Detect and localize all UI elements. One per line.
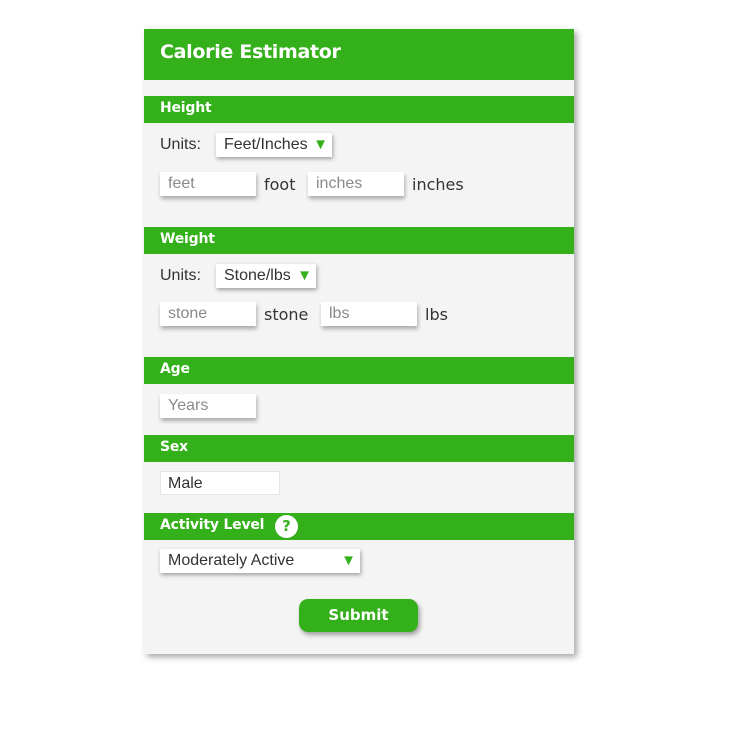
sex-select[interactable]: Male xyxy=(160,471,280,495)
height-units-select[interactable]: Feet/Inches ▼ xyxy=(216,133,332,157)
stone-placeholder: stone xyxy=(168,305,208,322)
age-section-header: Age xyxy=(144,357,574,384)
stone-unit-label: stone xyxy=(264,305,309,324)
feet-placeholder: feet xyxy=(168,175,195,192)
height-section-header: Height xyxy=(144,96,574,123)
inches-input[interactable]: inches xyxy=(308,172,404,196)
age-input[interactable]: Years xyxy=(160,394,256,418)
weight-units-select[interactable]: Stone/lbs ▼ xyxy=(216,264,316,288)
weight-heading: Weight xyxy=(160,231,215,247)
feet-input[interactable]: feet xyxy=(160,172,256,196)
help-icon[interactable]: ? xyxy=(275,515,298,538)
weight-units-label: Units: xyxy=(160,267,201,284)
weight-section-header: Weight xyxy=(144,227,574,254)
dropdown-arrow-icon: ▼ xyxy=(297,267,312,284)
activity-level-select[interactable]: Moderately Active ▼ xyxy=(160,549,360,573)
lbs-placeholder: lbs xyxy=(329,305,350,322)
age-heading: Age xyxy=(160,361,190,377)
lbs-unit-label: lbs xyxy=(425,305,448,324)
dropdown-arrow-icon: ▼ xyxy=(341,552,356,569)
inches-unit-label: inches xyxy=(412,175,464,194)
age-placeholder: Years xyxy=(168,397,209,414)
sex-value: Male xyxy=(168,475,203,492)
stone-input[interactable]: stone xyxy=(160,302,256,326)
sex-section-header: Sex xyxy=(144,435,574,462)
form-title: Calorie Estimator xyxy=(160,41,341,63)
height-heading: Height xyxy=(160,100,212,116)
activity-section-header: Activity Level ? xyxy=(144,513,574,540)
dropdown-arrow-icon: ▼ xyxy=(313,136,328,153)
weight-units-value: Stone/lbs xyxy=(224,267,291,284)
form-header: Calorie Estimator xyxy=(144,29,574,80)
calorie-estimator-form: Calorie Estimator Height Units: Feet/Inc… xyxy=(144,29,574,654)
sex-heading: Sex xyxy=(160,439,189,455)
height-units-value: Feet/Inches xyxy=(224,136,308,153)
feet-unit-label: foot xyxy=(264,175,296,194)
activity-heading: Activity Level xyxy=(160,517,265,533)
submit-button[interactable]: Submit xyxy=(299,599,418,632)
inches-placeholder: inches xyxy=(316,175,363,192)
height-units-label: Units: xyxy=(160,136,201,153)
activity-level-value: Moderately Active xyxy=(168,552,295,569)
lbs-input[interactable]: lbs xyxy=(321,302,417,326)
